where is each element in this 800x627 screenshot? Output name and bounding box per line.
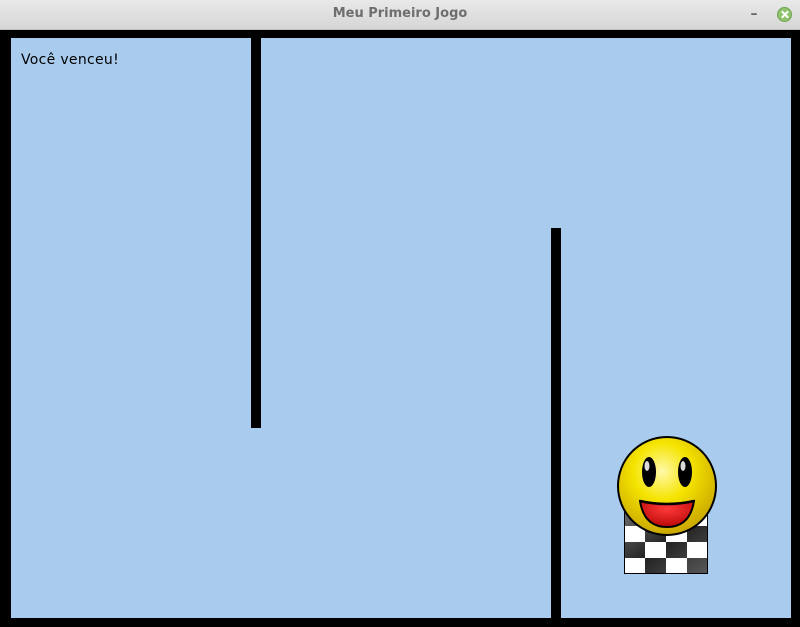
win-message: Você venceu! xyxy=(21,52,119,68)
maze-wall-right xyxy=(551,228,561,618)
game-canvas[interactable]: Você venceu! xyxy=(11,38,791,618)
window-title: Meu Primeiro Jogo xyxy=(332,6,468,21)
maze-wall-left xyxy=(251,38,261,428)
smiley-face-icon xyxy=(617,436,717,536)
title-bar[interactable]: Meu Primeiro Jogo – xyxy=(0,0,800,30)
game-window: Meu Primeiro Jogo – Você venceu! xyxy=(0,0,800,627)
minimize-button[interactable]: – xyxy=(746,4,762,24)
close-button[interactable] xyxy=(777,7,792,22)
